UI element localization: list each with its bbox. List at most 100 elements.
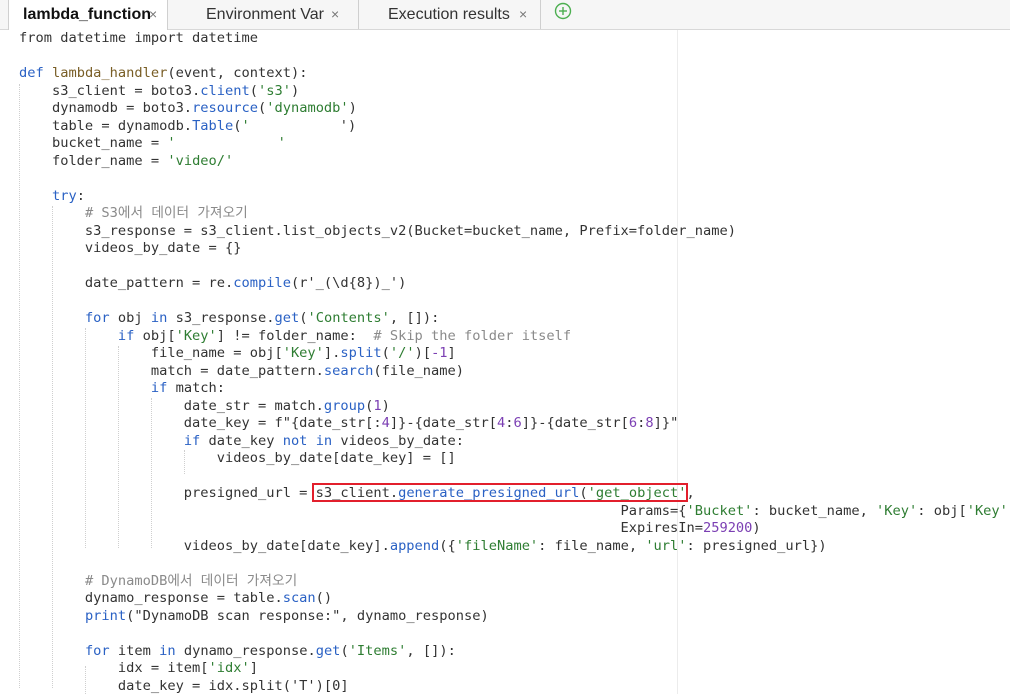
code-token: ( [381,345,390,361]
code-token: videos_by_date[date_key] = [] [19,450,456,466]
code-line: s3_response = s3_client.list_objects_v2(… [19,223,736,241]
code-token: ) [381,397,390,414]
code-token: '/' [389,345,415,361]
code-line: def lambda_handler(event, context): [19,65,307,83]
code-token: ] [249,660,258,676]
tab-lambda-function[interactable]: lambda_function × [8,0,168,30]
code-token: in [150,310,168,326]
code-token: table = dynamodb. [19,117,193,134]
code-token: () [315,590,333,606]
code-line: if date_key not in videos_by_date: [19,433,464,451]
code-line: # S3에서 데이터 가져오기 [19,205,248,223]
code-token: )[ [414,345,432,361]
close-icon[interactable]: × [519,0,527,29]
code-editor[interactable]: from datetime import datetime def lambda… [0,30,1010,694]
code-token: , []): [389,310,440,326]
code-line: bucket_name = ' ' [19,135,286,153]
code-token: dynamo_response = table. [19,590,283,606]
code-token: file_name = obj[ [19,345,283,361]
close-icon[interactable]: × [149,0,157,29]
code-line: folder_name = 'video/' [19,153,233,171]
code-token: presigned_url = [19,485,316,501]
code-token: : bucket_name, [752,502,877,519]
code-line: dynamodb = boto3.resource('dynamodb') [19,100,357,118]
code-token: ' [241,117,250,134]
code-token: if [150,380,168,396]
code-token: 6 [628,415,638,431]
code-token: s3_client = boto3. [19,82,201,99]
code-token: 'fileName' [455,537,539,554]
code-token: : presigned_url}) [686,537,827,554]
code-token: ') [339,117,357,134]
code-token: ) [752,520,761,536]
code-line: for obj in s3_response.get('Contents', [… [19,310,439,328]
code-token: ) [290,82,300,99]
code-token: ( [258,100,267,116]
code-line: print("DynamoDB scan response:", dynamo_… [19,608,489,626]
code-line: from datetime import datetime [19,30,258,48]
code-token: ] [447,345,456,361]
code-token: 'url' [645,537,687,554]
code-comment: # Skip the folder itself [373,327,572,344]
code-token: 'Key' [966,502,1008,519]
code-token: ( [233,117,242,134]
code-token: if [183,432,201,449]
code-token: ) [348,100,357,116]
code-token: 'Bucket' [686,502,753,519]
code-token: obj[ [134,327,176,344]
code-token: 1 [373,397,382,414]
code-token: dynamodb = boto3. [19,100,193,116]
close-icon[interactable]: × [331,0,339,29]
code-token: date_key = idx.split('T')[0] [19,677,349,694]
tab-separator [540,0,541,29]
code-line: Params={'Bucket': bucket_name, 'Key': ob… [19,503,1010,521]
code-line: # DynamoDB에서 데이터 가져오기 [19,573,297,591]
code-token: videos_by_date[date_key]. [19,537,390,554]
code-line: table = dynamodb.Table(' ') [19,118,356,136]
code-token: bucket_name = [19,135,168,151]
code-comment: # S3에서 데이터 가져오기 [84,205,248,221]
tab-execution-results[interactable]: Execution results × [374,0,536,29]
code-token: Table [192,117,234,134]
code-token: ]. [323,345,341,361]
code-token: ({ [439,537,456,554]
tab-label: Execution results [388,6,510,23]
code-token: ExpiresIn= [19,520,703,536]
code-token: try [51,187,77,204]
code-token: ]}-{date_str[ [521,415,629,431]
code-line: dynamo_response = table.scan() [19,590,332,608]
code-token: 'Contents' [307,310,390,326]
tab-environment-var[interactable]: Environment Var × [192,0,350,29]
code-token: 'Key' [175,327,217,344]
code-line: idx = item['idx'] [19,660,258,678]
code-line: videos_by_date[date_key] = [] [19,450,456,468]
code-token: split [340,345,382,361]
code-line: file_name = obj['Key'].split('/')[-1] [19,345,456,363]
code-token: for [84,642,110,659]
tab-separator [358,0,359,29]
code-line: date_pattern = re.compile(r'_(\d{8})_') [19,275,406,293]
code-token: match = date_pattern. [19,362,324,379]
code-token: ' [277,135,286,151]
code-token: 'Key' [876,502,918,519]
code-token: (r'_(\d{8})_') [290,275,407,291]
code-token: 8 [645,415,654,431]
code-token: videos_by_date = {} [19,240,242,256]
tab-label: lambda_function [23,6,152,23]
code-token: (file_name) [373,362,465,379]
code-token: for [84,310,110,326]
code-line: match = date_pattern.search(file_name) [19,363,464,381]
code-line: videos_by_date[date_key].append({'fileNa… [19,538,827,556]
code-comment: # DynamoDB에서 데이터 가져오기 [84,572,298,589]
code-token: (event, context): [167,65,308,81]
code-token: idx = item[ [19,660,209,676]
code-token: obj [109,310,151,326]
code-token: dynamo_response. [175,642,316,659]
code-token: videos_by_date: [332,432,465,449]
plus-circle-icon[interactable] [554,2,572,20]
code-token: match: [167,380,226,396]
